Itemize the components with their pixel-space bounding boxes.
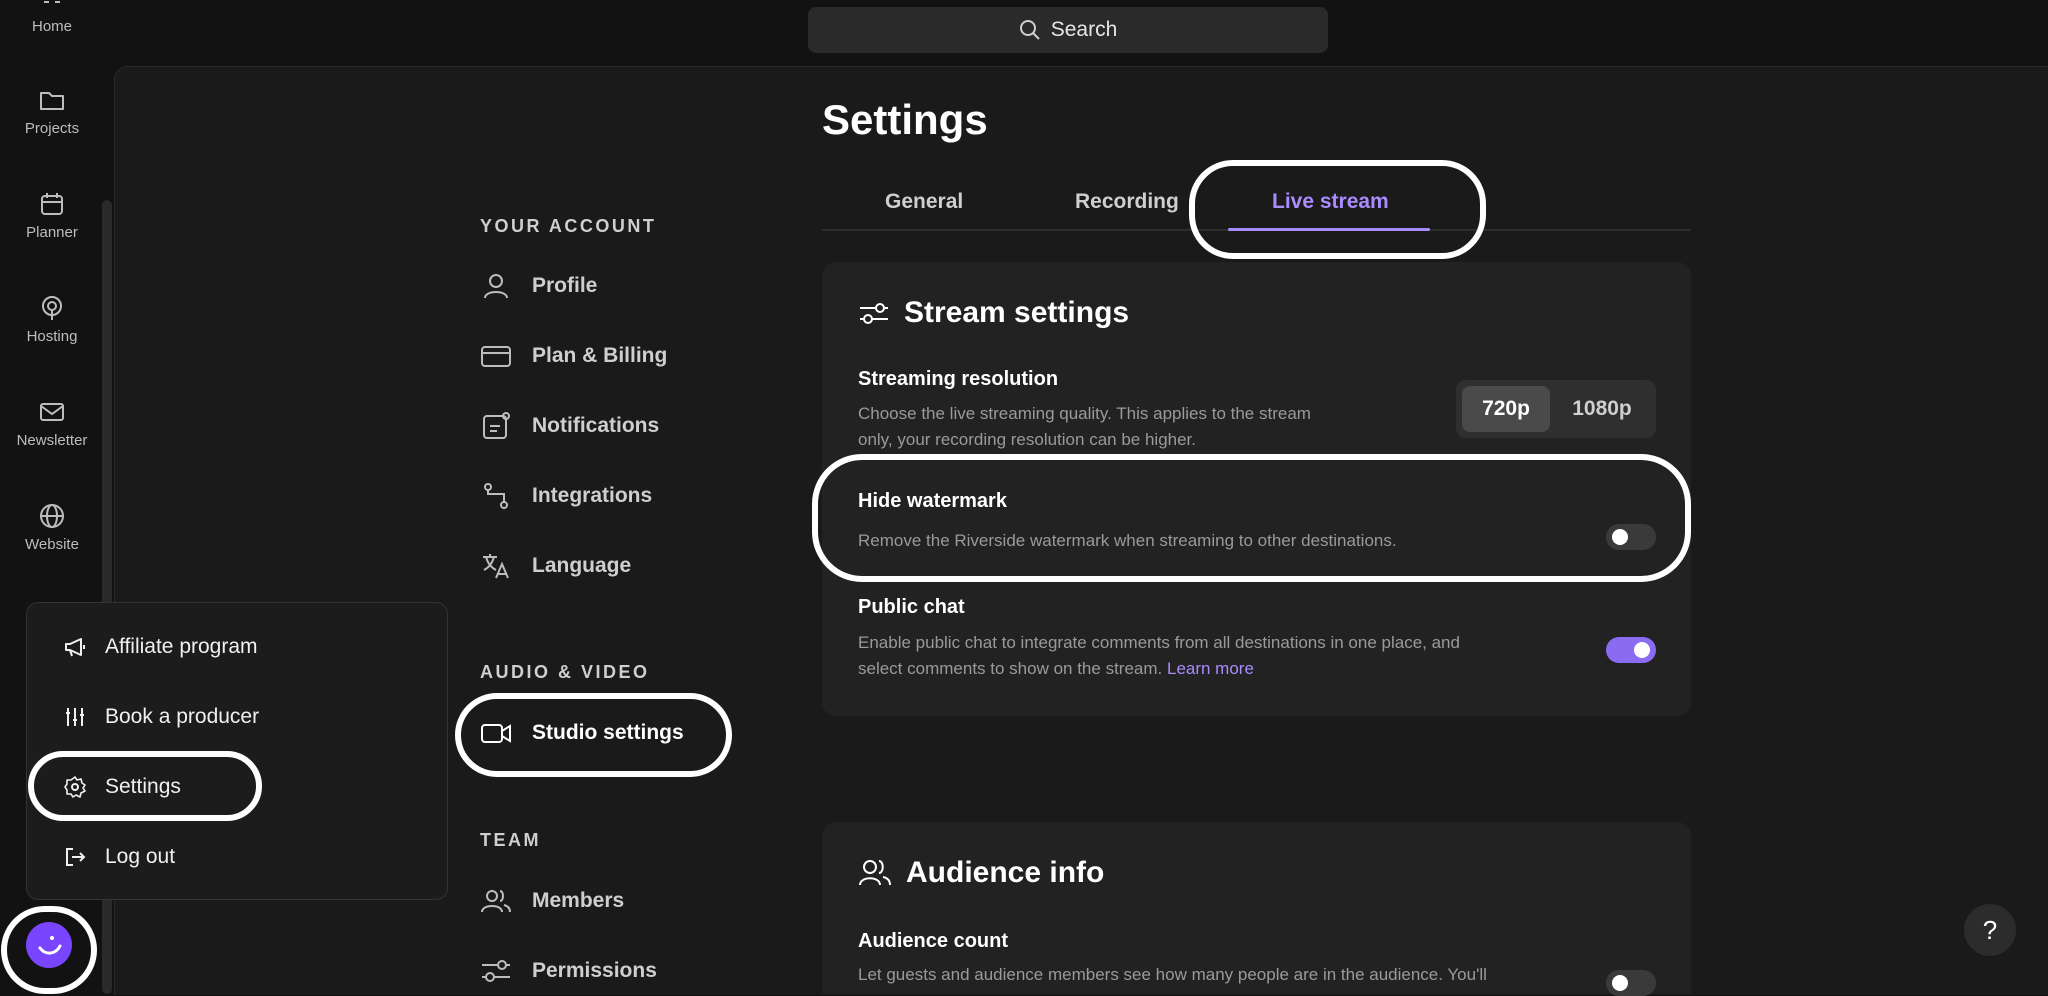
- tab-recording[interactable]: Recording: [1075, 190, 1179, 214]
- smiley-icon: [38, 936, 62, 955]
- menu-item-book-producer[interactable]: Book a producer: [63, 697, 259, 737]
- users-icon: [481, 890, 511, 913]
- audience-count-desc: Let guests and audience members see how …: [858, 965, 1487, 984]
- rail-label-projects: Projects: [24, 120, 80, 137]
- search-bar[interactable]: Search: [808, 7, 1328, 53]
- page-title: Settings: [822, 96, 988, 143]
- nav-item-notifications[interactable]: Notifications: [480, 406, 659, 446]
- resolution-720p-button[interactable]: 720p: [1462, 386, 1550, 432]
- tab-live-stream[interactable]: Live stream: [1272, 190, 1389, 214]
- translate-icon: [483, 554, 509, 579]
- menu-item-log-out[interactable]: Log out: [63, 837, 175, 877]
- public-chat-desc-text: select comments to show on the stream.: [858, 659, 1163, 678]
- users-icon: [859, 860, 891, 886]
- rail-label-home: Home: [31, 18, 72, 35]
- audience-info-title: Audience info: [858, 856, 1104, 890]
- public-chat-desc-line2: select comments to show on the stream. L…: [858, 656, 1254, 682]
- rail-label-planner: Planner: [26, 224, 78, 241]
- toggle-knob: [1634, 642, 1650, 658]
- menu-item-settings[interactable]: Settings: [63, 767, 181, 807]
- stream-settings-title: Stream settings: [858, 296, 1129, 330]
- nav-item-profile[interactable]: Profile: [480, 266, 597, 306]
- stream-settings-card: Stream settings Streaming resolution Cho…: [822, 262, 1691, 716]
- sliders-icon: [482, 960, 510, 982]
- nav-label-profile: Profile: [532, 274, 598, 297]
- nav-label-studio-settings: Studio settings: [532, 721, 684, 744]
- menu-label-book-producer: Book a producer: [105, 705, 260, 728]
- nav-label-language: Language: [532, 554, 632, 577]
- help-button[interactable]: ?: [1964, 904, 2016, 956]
- audience-info-title-text: Audience info: [906, 856, 1105, 889]
- rail-item-planner[interactable]: Planner: [0, 190, 104, 241]
- nav-item-plan-billing[interactable]: Plan & Billing: [480, 336, 667, 376]
- gear-icon: [64, 776, 86, 798]
- mixer-icon: [66, 708, 84, 726]
- tab-general[interactable]: General: [885, 190, 963, 214]
- nav-item-permissions[interactable]: Permissions: [480, 951, 657, 991]
- credit-card-icon: [481, 346, 511, 367]
- avatar[interactable]: [26, 922, 72, 968]
- search-label: Search: [1050, 18, 1118, 41]
- rail-item-home[interactable]: Home: [0, 0, 104, 35]
- hide-watermark-toggle[interactable]: [1606, 524, 1656, 550]
- podcast-icon: [42, 296, 62, 320]
- rail-label-newsletter: Newsletter: [16, 432, 88, 449]
- home-icon: [44, 1, 60, 3]
- audience-info-card: Audience info Audience count Let guests …: [822, 822, 1691, 996]
- video-camera-icon: [481, 724, 511, 743]
- toggle-knob: [1612, 529, 1628, 545]
- public-chat-toggle[interactable]: [1606, 637, 1656, 663]
- search-icon: [1019, 20, 1040, 40]
- folder-icon: [40, 92, 64, 110]
- rail-item-projects[interactable]: Projects: [0, 86, 104, 137]
- rail-item-hosting[interactable]: Hosting: [0, 294, 104, 345]
- rail-label-hosting: Hosting: [26, 328, 78, 345]
- resolution-desc-line2: only, your recording resolution can be h…: [858, 430, 1196, 449]
- calendar-icon: [41, 193, 63, 215]
- hide-watermark-desc: Remove the Riverside watermark when stre…: [858, 531, 1397, 550]
- active-tab-indicator: [1228, 228, 1430, 231]
- nav-item-members[interactable]: Members: [480, 881, 624, 921]
- user-icon: [484, 274, 508, 299]
- logout-icon: [66, 848, 86, 866]
- your-account-heading: YOUR ACCOUNT: [480, 216, 657, 236]
- toggle-knob: [1612, 975, 1628, 991]
- menu-label-log-out: Log out: [105, 845, 176, 868]
- audience-count-toggle[interactable]: [1606, 970, 1656, 996]
- globe-icon: [40, 504, 64, 528]
- resolution-selector: 720p 1080p: [1456, 380, 1656, 438]
- resolution-title: Streaming resolution: [858, 368, 1059, 390]
- audio-video-heading: AUDIO & VIDEO: [480, 662, 650, 682]
- nav-label-members: Members: [532, 889, 625, 912]
- mail-icon: [40, 403, 64, 421]
- audience-count-title: Audience count: [858, 930, 1009, 952]
- notification-icon: [483, 412, 510, 439]
- hide-watermark-title: Hide watermark: [858, 490, 1007, 512]
- nav-item-language[interactable]: Language: [480, 546, 631, 586]
- resolution-desc-line1: Choose the live streaming quality. This …: [858, 404, 1311, 423]
- nav-label-notifications: Notifications: [532, 414, 660, 437]
- nav-label-integrations: Integrations: [532, 484, 653, 507]
- public-chat-title: Public chat: [858, 596, 965, 618]
- nav-label-permissions: Permissions: [532, 959, 657, 982]
- team-heading: TEAM: [480, 830, 541, 850]
- rail-item-newsletter[interactable]: Newsletter: [0, 398, 104, 449]
- nav-item-integrations[interactable]: Integrations: [480, 476, 652, 516]
- stream-settings-title-text: Stream settings: [904, 296, 1130, 329]
- menu-label-affiliate-program: Affiliate program: [105, 635, 258, 658]
- nav-label-plan-billing: Plan & Billing: [532, 344, 668, 367]
- public-chat-desc-line1: Enable public chat to integrate comments…: [858, 633, 1460, 652]
- menu-label-settings: Settings: [105, 775, 181, 798]
- nav-item-studio-settings[interactable]: Studio settings: [480, 713, 684, 753]
- resolution-1080p-button[interactable]: 1080p: [1554, 386, 1650, 432]
- integrations-icon: [484, 483, 508, 509]
- learn-more-link[interactable]: Learn more: [1167, 659, 1254, 678]
- sliders-icon: [860, 303, 888, 324]
- account-menu: Affiliate program Book a producer Settin…: [26, 602, 448, 900]
- rail-label-website: Website: [25, 536, 79, 553]
- menu-item-affiliate-program[interactable]: Affiliate program: [63, 627, 258, 667]
- rail-item-website[interactable]: Website: [0, 502, 104, 553]
- megaphone-icon: [65, 638, 85, 657]
